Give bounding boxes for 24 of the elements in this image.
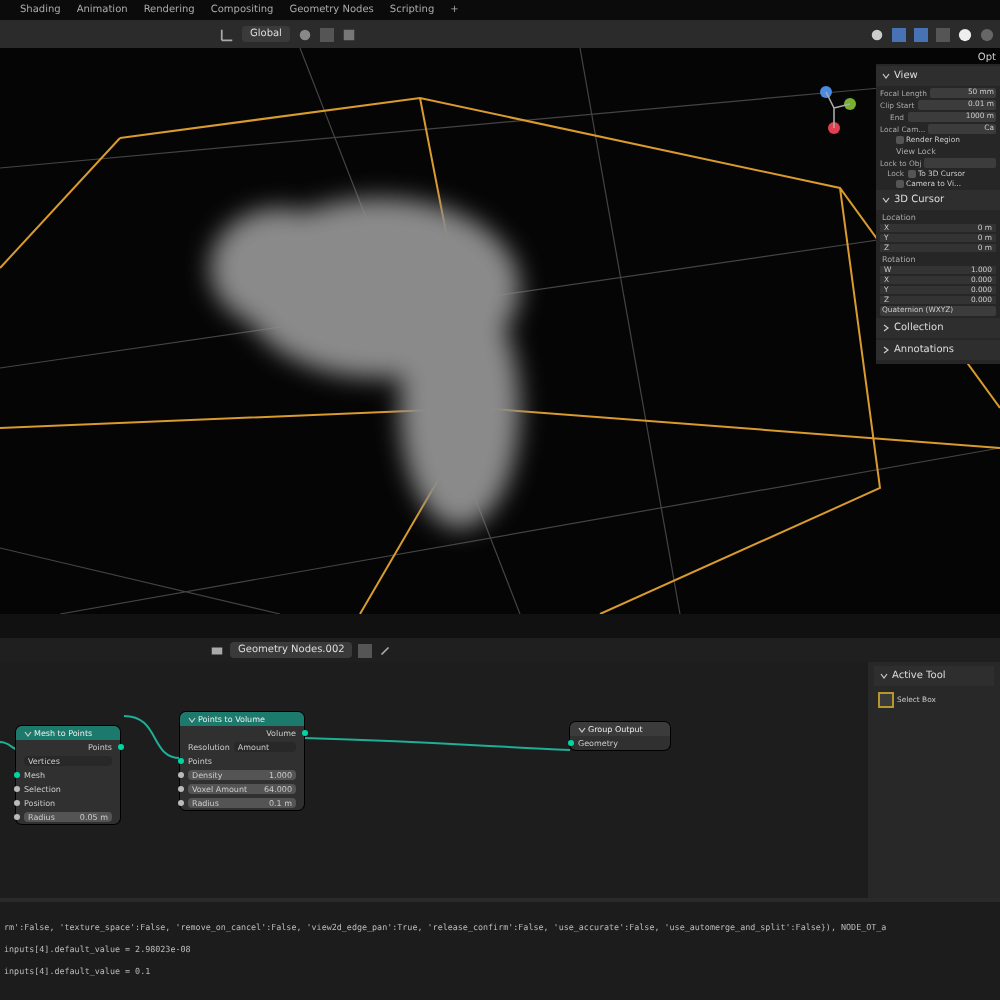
chevron-down-icon[interactable] [880, 672, 888, 680]
axes-icon[interactable] [220, 27, 234, 41]
socket-icon[interactable] [567, 740, 573, 746]
socket-icon[interactable] [177, 772, 183, 778]
socket-icon[interactable] [13, 772, 19, 778]
chevron-down-icon[interactable] [578, 725, 586, 733]
chevron-right-icon[interactable] [882, 346, 890, 354]
chevron-down-icon[interactable] [882, 196, 890, 204]
socket-icon[interactable] [177, 758, 183, 764]
chevron-right-icon[interactable] [882, 324, 890, 332]
socket-icon[interactable] [177, 800, 183, 806]
socket-icon[interactable] [117, 744, 123, 750]
select-box-icon[interactable] [878, 692, 894, 708]
socket-icon[interactable] [177, 786, 183, 792]
chevron-down-icon[interactable] [882, 72, 890, 80]
checkbox[interactable] [895, 136, 903, 144]
checkbox[interactable] [895, 180, 903, 188]
checkbox[interactable] [907, 170, 915, 178]
socket-icon[interactable] [301, 730, 307, 736]
axis-gizmo-icon[interactable] [820, 86, 856, 134]
socket-icon[interactable] [13, 786, 19, 792]
socket-icon[interactable] [13, 800, 19, 806]
node-link [124, 714, 180, 760]
socket-icon[interactable] [13, 814, 19, 820]
